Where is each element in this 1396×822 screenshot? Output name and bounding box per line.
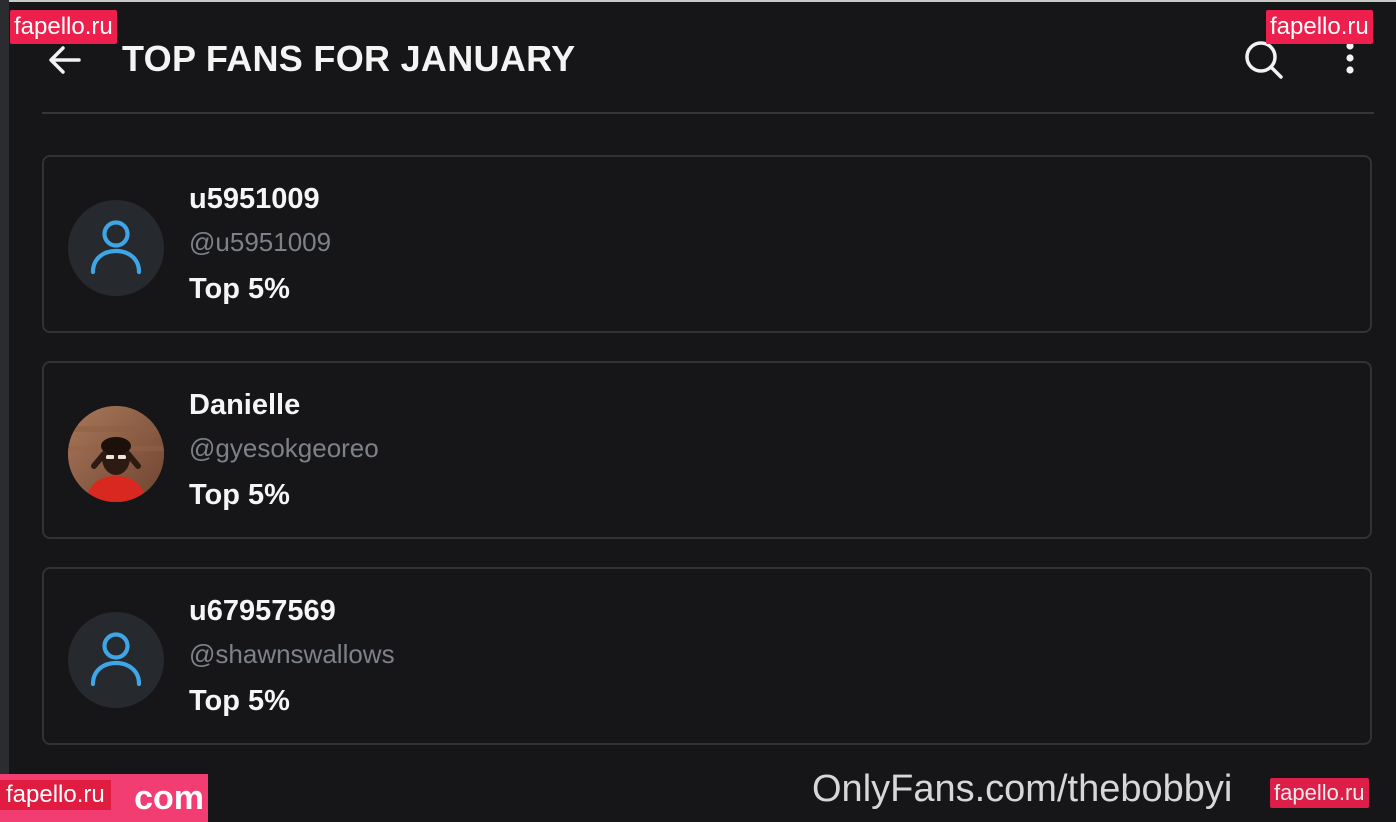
left-edge-strip xyxy=(0,0,9,822)
fan-card[interactable]: u5951009 @u5951009 Top 5% xyxy=(42,155,1372,333)
footer-url-watermark: OnlyFans.com/thebobbyi xyxy=(812,768,1233,810)
search-icon xyxy=(1245,41,1283,79)
watermark-top-left: fapello.ru xyxy=(10,10,117,44)
watermark-bottom-right: fapello.ru xyxy=(1270,778,1369,808)
avatar xyxy=(68,406,164,502)
page-title: TOP FANS FOR JANUARY xyxy=(122,38,576,79)
fan-handle: @gyesokgeoreo xyxy=(189,433,379,463)
watermark-top-right: fapello.ru xyxy=(1266,10,1373,44)
fan-handle: @u5951009 xyxy=(189,227,332,257)
fan-name: u5951009 xyxy=(189,183,320,215)
fan-rank: Top 5% xyxy=(189,685,290,717)
avatar xyxy=(68,612,164,708)
fan-handle: @shawnswallows xyxy=(189,639,395,669)
default-user-icon xyxy=(90,632,142,687)
fan-name: u67957569 xyxy=(189,595,336,627)
watermark-bottom-left-label: fapello.ru xyxy=(0,780,111,810)
fan-rank: Top 5% xyxy=(189,273,290,305)
back-button[interactable] xyxy=(45,40,85,80)
fan-name: Danielle xyxy=(189,389,301,421)
header-divider xyxy=(42,112,1374,114)
fan-rank: Top 5% xyxy=(189,479,290,511)
more-vertical-icon xyxy=(1346,42,1354,74)
profile-photo xyxy=(68,406,164,502)
fan-card[interactable]: u67957569 @shawnswallows Top 5% xyxy=(42,567,1372,745)
avatar xyxy=(68,200,164,296)
arrow-left-icon xyxy=(49,46,81,74)
default-user-icon xyxy=(90,220,142,275)
page-header: TOP FANS FOR JANUARY xyxy=(9,2,1396,112)
search-button[interactable] xyxy=(1242,38,1286,82)
fan-card[interactable]: Danielle @gyesokgeoreo Top 5% xyxy=(42,361,1372,539)
watermark-suffix: com xyxy=(134,779,204,817)
more-options-button[interactable] xyxy=(1335,38,1365,82)
